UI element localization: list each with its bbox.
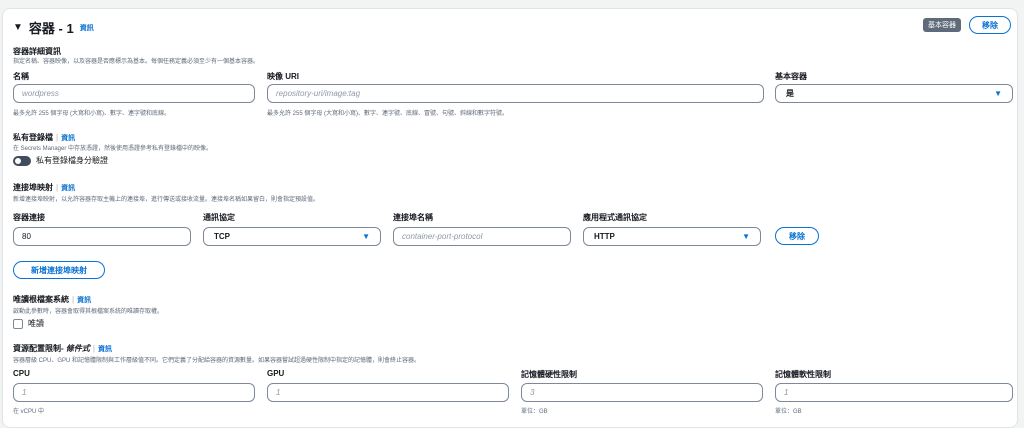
app-protocol-label: 應用程式通訊協定 xyxy=(583,213,647,222)
readonly-title: 唯讀根檔案系統 | 資訊 xyxy=(13,295,92,304)
protocol-select[interactable]: TCP ▼ xyxy=(203,227,381,246)
resources-title: 資源配置限制- 條件式 | 資訊 xyxy=(13,344,112,353)
essential-badge: 基本容器 xyxy=(923,18,961,32)
name-label: 名稱 xyxy=(13,72,29,81)
protocol-select-value: TCP xyxy=(214,232,230,241)
mem-hard-label: 記憶體硬性限制 xyxy=(521,370,577,379)
readonly-desc: 啟動此參數時，容器會取得其根檔案系統的唯讀存取權。 xyxy=(13,309,164,315)
ports-info-link[interactable]: 資訊 xyxy=(61,185,75,192)
port-name-label: 連接埠名稱 xyxy=(393,213,433,222)
container-port-label: 容器連接 xyxy=(13,213,45,222)
name-input[interactable]: wordpress xyxy=(13,84,255,103)
container-panel: ▼ 容器 - 1 資訊 基本容器 移除 容器詳細資訊 指定名稱、容器映像，以及容… xyxy=(2,8,1018,428)
ports-title: 連接埠映射 | 資訊 xyxy=(13,183,76,192)
container-info-link[interactable]: 資訊 xyxy=(80,23,94,33)
add-port-mapping-button[interactable]: 新增連接埠映射 xyxy=(13,261,105,279)
essential-select[interactable]: 是 ▼ xyxy=(775,84,1013,103)
cpu-label: CPU xyxy=(13,369,30,378)
mem-soft-label: 記憶體軟性限制 xyxy=(775,370,831,379)
readonly-checkbox-row[interactable]: 唯讀 xyxy=(13,318,44,329)
resources-desc: 容器層級 CPU、GPU 和記憶體限制與工作層級值不同。它們定義了分配給容器的資… xyxy=(13,358,421,364)
readonly-info-link[interactable]: 資訊 xyxy=(77,297,91,304)
protocol-label: 通訊協定 xyxy=(203,213,235,222)
container-header[interactable]: ▼ 容器 - 1 資訊 xyxy=(13,18,94,37)
caret-down-icon: ▼ xyxy=(742,232,750,241)
gpu-input[interactable]: 1 xyxy=(267,383,509,402)
cpu-input[interactable]: 1 xyxy=(13,383,255,402)
toggle-switch[interactable] xyxy=(13,155,31,166)
registry-toggle-row[interactable]: 私有登錄檔身分驗證 xyxy=(13,155,108,166)
registry-title: 私有登錄檔 | 資訊 xyxy=(13,133,76,142)
container-title: 容器 - 1 xyxy=(28,21,74,36)
ports-desc: 新增連接埠映射，以允許容器存取主機上的連接埠，進行傳送或接收流量。連接埠名稱如果… xyxy=(13,197,320,203)
readonly-checkbox[interactable] xyxy=(13,318,23,329)
registry-toggle-label: 私有登錄檔身分驗證 xyxy=(36,156,108,165)
essential-label: 基本容器 xyxy=(775,72,807,81)
image-label: 映像 URI xyxy=(267,72,299,81)
caret-down-icon: ▼ xyxy=(362,232,370,241)
registry-desc: 在 Secrets Manager 中存放憑證，然後使用憑證參考私有登錄檔中的映… xyxy=(13,146,213,152)
essential-select-value: 是 xyxy=(786,89,794,98)
remove-container-button[interactable]: 移除 xyxy=(969,16,1011,34)
readonly-checkbox-label: 唯讀 xyxy=(28,319,44,328)
caret-down-icon[interactable]: ▼ xyxy=(13,22,23,33)
image-hint: 最多允許 255 個字母 (大寫和小寫)、數字、連字號、底線、冒號、句號、斜線和… xyxy=(267,111,509,117)
resources-info-link[interactable]: 資訊 xyxy=(98,346,112,353)
details-desc: 指定名稱、容器映像，以及容器是否應標示為基本。每個任務定義必須至少有一個基本容器… xyxy=(13,59,260,65)
remove-port-button[interactable]: 移除 xyxy=(775,227,819,245)
gpu-label: GPU xyxy=(267,369,285,378)
mem-hard-input[interactable]: 3 xyxy=(521,383,763,402)
image-uri-input[interactable]: repository-uri/image:tag xyxy=(267,84,764,103)
mem-soft-input[interactable]: 1 xyxy=(775,383,1013,402)
mem-soft-hint: 單位：GB xyxy=(775,409,802,415)
name-hint: 最多允許 255 個字母 (大寫和小寫)、數字、連字號和底線。 xyxy=(13,111,171,117)
caret-down-icon: ▼ xyxy=(994,89,1002,98)
port-name-input[interactable]: container-port-protocol xyxy=(393,227,571,246)
container-port-input[interactable]: 80 xyxy=(13,227,191,246)
mem-hard-hint: 單位：GB xyxy=(521,409,548,415)
cpu-hint: 在 vCPU 中 xyxy=(13,409,45,415)
registry-info-link[interactable]: 資訊 xyxy=(61,135,75,142)
app-protocol-select-value: HTTP xyxy=(594,232,615,241)
app-protocol-select[interactable]: HTTP ▼ xyxy=(583,227,761,246)
